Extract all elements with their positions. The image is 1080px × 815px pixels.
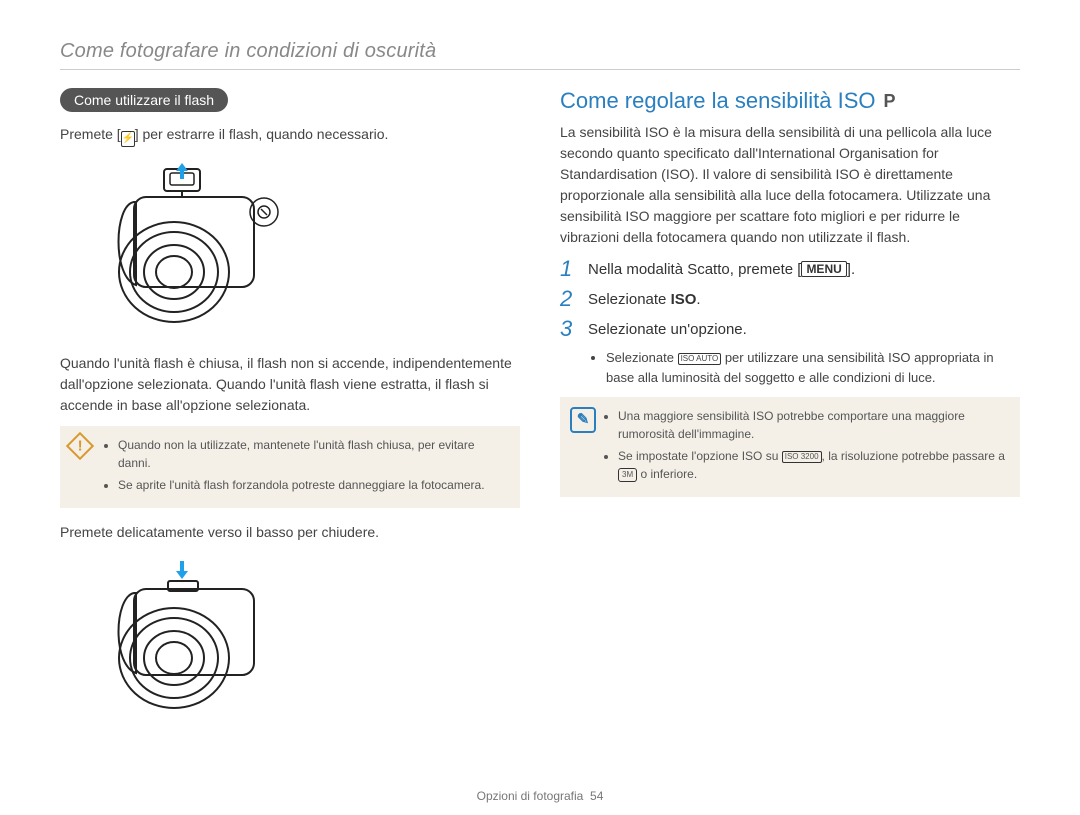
step-2-text-b: .: [696, 291, 700, 308]
step-3-sub-bullets: Selezionate ISO AUTO per utilizzare una …: [590, 348, 1020, 387]
content-columns: Come utilizzare il flash Premete [⚡] per…: [60, 88, 1020, 729]
press-flash-text-a: Premete [: [60, 126, 121, 142]
step-3-text: Selezionate un'opzione.: [588, 318, 747, 338]
info2-a: Se impostate l'opzione ISO su: [618, 449, 782, 463]
footer-label: Opzioni di fotografia: [477, 789, 584, 803]
iso-auto-icon: ISO AUTO: [678, 353, 722, 365]
step-number: 2: [560, 288, 578, 310]
camera-flash-open-figure: [64, 157, 284, 347]
info-note-box: ✎ Una maggiore sensibilità ISO potrebbe …: [560, 397, 1020, 497]
page-title: Come fotografare in condizioni di oscuri…: [60, 40, 1020, 70]
step-2-text-a: Selezionate: [588, 291, 671, 308]
press-flash-text-b: ] per estrarre il flash, quando necessar…: [135, 126, 389, 142]
step-1: 1 Nella modalità Scatto, premete [MENU].: [560, 258, 1020, 280]
camera-flash-close-figure: [64, 553, 284, 723]
info-item-2: Se impostate l'opzione ISO su ISO 3200, …: [618, 447, 1008, 483]
right-column: Come regolare la sensibilità ISO P La se…: [560, 88, 1020, 729]
flash-icon: ⚡: [121, 131, 135, 147]
resolution-3m-icon: 3M: [618, 468, 637, 482]
footer-page-number: 54: [590, 789, 603, 803]
step-3: 3 Selezionate un'opzione.: [560, 318, 1020, 340]
press-down-text: Premete delicatamente verso il basso per…: [60, 522, 520, 543]
iso-section-title: Come regolare la sensibilità ISO P: [560, 88, 1020, 114]
menu-button-label: MENU: [801, 261, 846, 277]
warning-note-box: ! Quando non la utilizzate, mantenete l'…: [60, 426, 520, 508]
flash-usage-pill: Come utilizzare il flash: [60, 88, 228, 112]
left-column: Come utilizzare il flash Premete [⚡] per…: [60, 88, 520, 729]
info2-c: o inferiore.: [637, 467, 697, 481]
step-2: 2 Selezionate ISO.: [560, 288, 1020, 310]
info-item-1: Una maggiore sensibilità ISO potrebbe co…: [618, 407, 1008, 443]
warning-item-2: Se aprite l'unità flash forzandola potre…: [118, 476, 508, 494]
step-number: 3: [560, 318, 578, 340]
iso-title-text: Come regolare la sensibilità ISO: [560, 88, 875, 114]
iso-step-list: 1 Nella modalità Scatto, premete [MENU].…: [560, 258, 1020, 340]
step-1-text: Nella modalità Scatto, premete [MENU].: [588, 258, 855, 278]
info-icon: ✎: [570, 407, 596, 433]
iso-3200-icon: ISO 3200: [782, 451, 822, 463]
mode-p-badge: P: [883, 91, 895, 112]
step-1-text-a: Nella modalità Scatto, premete [: [588, 261, 801, 278]
warning-icon: !: [66, 432, 94, 460]
sub-a: Selezionate: [606, 350, 678, 365]
step-number: 1: [560, 258, 578, 280]
page-footer: Opzioni di fotografia 54: [0, 789, 1080, 803]
flash-closed-text: Quando l'unità flash è chiusa, il flash …: [60, 353, 520, 416]
sub-bullet-auto-iso: Selezionate ISO AUTO per utilizzare una …: [606, 348, 1020, 387]
step-2-text: Selezionate ISO.: [588, 288, 701, 308]
info2-b: , la risoluzione potrebbe passare a: [822, 449, 1005, 463]
iso-intro-text: La sensibilità ISO è la misura della sen…: [560, 122, 1020, 248]
step-1-text-b: ].: [847, 261, 855, 278]
warning-item-1: Quando non la utilizzate, mantenete l'un…: [118, 436, 508, 472]
press-flash-text: Premete [⚡] per estrarre il flash, quand…: [60, 124, 520, 147]
step-2-bold: ISO: [671, 291, 697, 308]
